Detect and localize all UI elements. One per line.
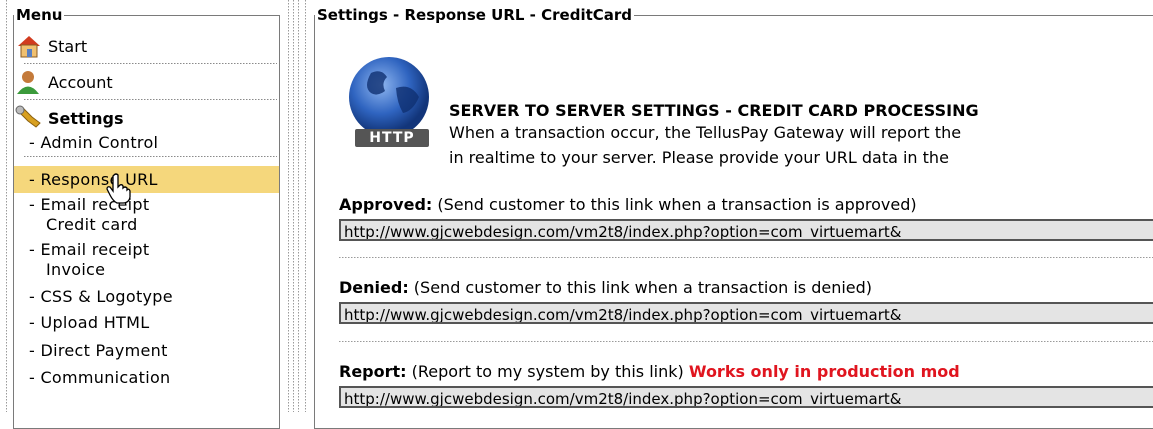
wrench-icon	[14, 105, 46, 131]
description-line-1: When a transaction occur, the TellusPay …	[449, 123, 962, 142]
separator-2	[339, 341, 1153, 342]
menu-item-settings[interactable]: Settings	[14, 105, 279, 131]
submenu-css-logotype[interactable]: - CSS & Logotype	[14, 287, 279, 307]
user-icon	[14, 69, 46, 95]
hand-cursor-icon	[106, 173, 132, 209]
divider-mid-4	[305, 0, 306, 412]
divider-mid-1	[288, 0, 289, 412]
report-label: Report:	[339, 362, 407, 381]
report-note: (Report to my system by this link)	[406, 362, 689, 381]
menu-item-start[interactable]: Start	[14, 33, 279, 59]
submenu-email-receipt-invoice[interactable]: - Email receipt	[14, 240, 279, 260]
http-label: HTTP	[369, 130, 415, 146]
report-label-row: Report: (Report to my system by this lin…	[339, 362, 960, 381]
submenu-email-receipt-credit[interactable]: - Email receipt	[14, 195, 279, 215]
description-line-2: in realtime to your server. Please provi…	[449, 148, 949, 167]
divider-left	[6, 0, 7, 412]
section-heading: SERVER TO SERVER SETTINGS - CREDIT CARD …	[449, 101, 979, 120]
menu-item-start-label: Start	[48, 36, 88, 56]
report-url-input[interactable]: http://www.gjcwebdesign.com/vm2t8/index.…	[339, 386, 1153, 408]
submenu-email-receipt-credit-line2[interactable]: Credit card	[14, 215, 279, 235]
settings-panel: Settings - Response URL - CreditCard HTT…	[314, 7, 1153, 429]
menu-legend: Menu	[16, 6, 63, 24]
menu-panel: Menu Start Account Settings - Admin Cont…	[13, 7, 280, 429]
approved-note: (Send customer to this link when a trans…	[432, 195, 917, 214]
menu-item-account[interactable]: Account	[14, 69, 279, 95]
settings-legend: Settings - Response URL - CreditCard	[317, 6, 633, 24]
submenu-admin-control[interactable]: - Admin Control	[14, 133, 279, 153]
http-globe-icon: HTTP	[341, 53, 441, 153]
approved-url-input[interactable]: http://www.gjcwebdesign.com/vm2t8/index.…	[339, 219, 1153, 241]
approved-label: Approved:	[339, 195, 433, 214]
menu-item-settings-label: Settings	[48, 108, 124, 128]
submenu-communication[interactable]: - Communication	[14, 368, 279, 388]
menu-divider-2	[24, 99, 277, 100]
menu-item-account-label: Account	[48, 72, 113, 92]
menu-divider-3	[24, 156, 277, 157]
home-icon	[14, 33, 46, 59]
separator-1	[339, 257, 1153, 258]
report-warning: Works only in production mod	[688, 362, 960, 381]
submenu-email-receipt-invoice-line2[interactable]: Invoice	[14, 260, 279, 280]
submenu-upload-html[interactable]: - Upload HTML	[14, 313, 279, 333]
denied-url-input[interactable]: http://www.gjcwebdesign.com/vm2t8/index.…	[339, 302, 1153, 324]
submenu-response-url[interactable]: - Response URL	[14, 166, 279, 193]
menu-divider-1	[24, 63, 277, 64]
divider-mid-3	[298, 0, 299, 412]
denied-label-row: Denied: (Send customer to this link when…	[339, 278, 872, 297]
approved-label-row: Approved: (Send customer to this link wh…	[339, 195, 917, 214]
divider-mid-2	[293, 0, 294, 412]
submenu-direct-payment[interactable]: - Direct Payment	[14, 341, 279, 361]
denied-label: Denied:	[339, 278, 409, 297]
denied-note: (Send customer to this link when a trans…	[408, 278, 873, 297]
